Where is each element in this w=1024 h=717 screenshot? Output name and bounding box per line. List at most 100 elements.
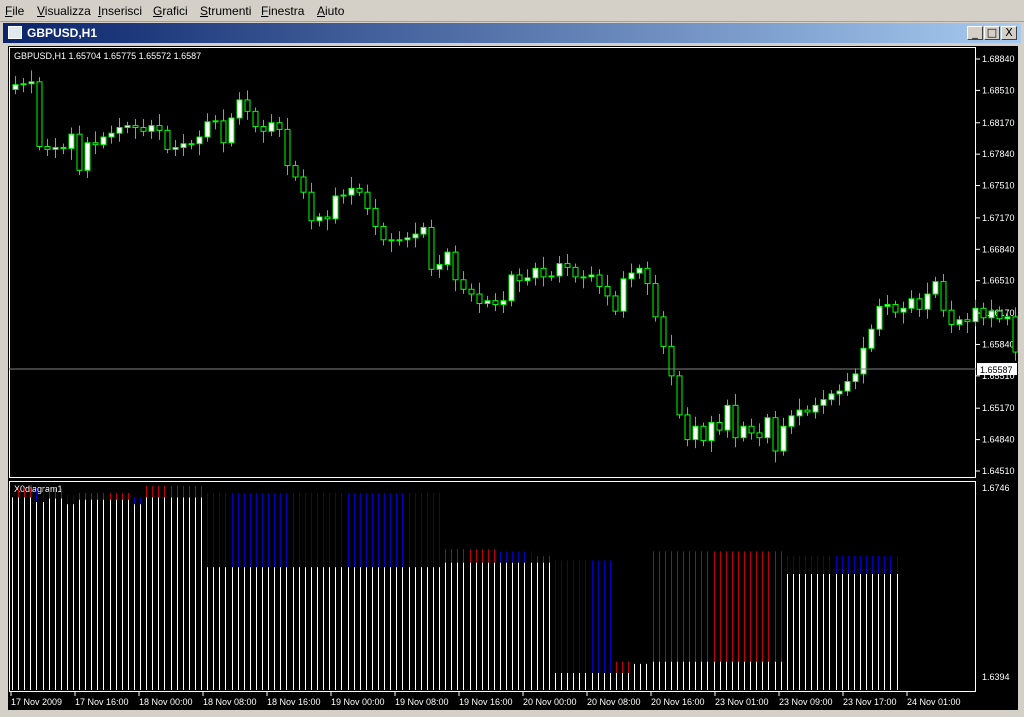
candle-body [68, 133, 75, 149]
candle-body [668, 345, 675, 377]
menu-file[interactable]: File [5, 4, 24, 18]
candle-body [716, 421, 723, 431]
minimize-button[interactable]: _ [967, 26, 983, 40]
candle-body [276, 122, 283, 130]
candle-body [860, 347, 867, 375]
time-label: 19 Nov 08:00 [395, 697, 449, 707]
menu-strumenti[interactable]: Strumenti [200, 4, 251, 18]
time-label: 19 Nov 00:00 [331, 697, 385, 707]
candle-body [100, 136, 107, 146]
candle-body [364, 191, 371, 209]
candle-body [900, 307, 907, 313]
candle-body [396, 239, 403, 242]
candle-body [956, 319, 963, 325]
candle-body [476, 293, 483, 305]
price-label: 1.67170 [982, 213, 1015, 223]
candle-body [996, 310, 1003, 320]
candle-body [420, 226, 427, 235]
candle-body [140, 127, 147, 132]
candle-body [652, 283, 659, 318]
candle-body [676, 375, 683, 416]
candle-body [164, 129, 171, 150]
candle-body [356, 187, 363, 193]
candle-body [836, 390, 843, 395]
candle-body [580, 276, 587, 279]
candle-body [412, 233, 419, 239]
candle-body [876, 305, 883, 330]
candle-body [772, 417, 779, 452]
candle-body [148, 125, 155, 132]
menu-grafici[interactable]: Grafici [153, 4, 188, 18]
candle-body [36, 81, 43, 148]
menu-aiuto[interactable]: Aiuto [317, 4, 344, 18]
time-label: 20 Nov 08:00 [587, 697, 641, 707]
candle-body [612, 295, 619, 312]
indicator-price-label: 1.6394 [982, 672, 1010, 682]
candle-body [804, 409, 811, 413]
candle-body [588, 274, 595, 278]
candle-body [372, 207, 379, 227]
candle-body [52, 146, 59, 150]
candle-body [196, 136, 203, 145]
candle-body [764, 417, 771, 439]
candle-body [492, 300, 499, 305]
candle-body [380, 225, 387, 241]
price-label: 1.64840 [982, 435, 1015, 445]
candle-body [60, 146, 67, 149]
candle-body [180, 143, 187, 148]
candle-body [188, 143, 195, 146]
candle-body [444, 251, 451, 266]
candle-body [684, 414, 691, 441]
candle-body [220, 120, 227, 144]
candle-body [540, 267, 547, 278]
candle-body [316, 216, 323, 222]
candle-body [748, 425, 755, 434]
candle-body [484, 300, 491, 305]
chart-area[interactable]: 1.68840 1.68510 1.68170 1.67840 1.67510 1.671… [8, 46, 1024, 710]
candle-body [892, 303, 899, 313]
menu-visualizza[interactable]: Visualizza [37, 4, 91, 18]
candle-body [292, 165, 299, 178]
candle-body [980, 307, 987, 319]
candle-body [820, 399, 827, 406]
price-label: 1.65170 [982, 403, 1015, 413]
chart-window-titlebar[interactable]: GBPUSD,H1 _ □ X [3, 23, 1021, 43]
candle-body [604, 285, 611, 297]
candle-body [828, 393, 835, 401]
current-price-label: 1.65587 [980, 365, 1013, 375]
candle-body [308, 191, 315, 222]
candle-body [172, 146, 179, 150]
menu-finestra[interactable]: Finestra [261, 4, 304, 18]
candle-body [660, 316, 667, 347]
time-label: 23 Nov 09:00 [779, 697, 833, 707]
candle-body [636, 267, 643, 274]
candle-body [156, 125, 163, 131]
candle-body [28, 81, 35, 85]
close-button[interactable]: X [1001, 26, 1017, 40]
candle-body [340, 194, 347, 197]
candle-body [572, 266, 579, 278]
candle-body [436, 264, 443, 270]
candle-body [124, 125, 131, 129]
candle-body [620, 278, 627, 312]
candle-body [844, 381, 851, 392]
maximize-button[interactable]: □ [984, 26, 1000, 40]
chart-svg[interactable]: 1.68840 1.68510 1.68170 1.67840 1.67510 1.671… [8, 46, 1024, 710]
candle-body [740, 425, 747, 439]
candle-body [756, 432, 763, 439]
candle-body [524, 277, 531, 282]
candle-body [988, 310, 995, 319]
candle-body [796, 409, 803, 417]
time-label: 20 Nov 16:00 [651, 697, 705, 707]
candle-body [84, 142, 91, 171]
time-label: 19 Nov 16:00 [459, 697, 513, 707]
candle-body [108, 132, 115, 138]
candle-body [116, 127, 123, 134]
candle-body [644, 267, 651, 285]
menu-inserisci[interactable]: Inserisci [98, 4, 142, 18]
candle-body [948, 309, 955, 325]
candle-body [236, 99, 243, 119]
candle-body [964, 319, 971, 323]
price-label: 1.67510 [982, 181, 1015, 191]
time-label: 18 Nov 00:00 [139, 697, 193, 707]
